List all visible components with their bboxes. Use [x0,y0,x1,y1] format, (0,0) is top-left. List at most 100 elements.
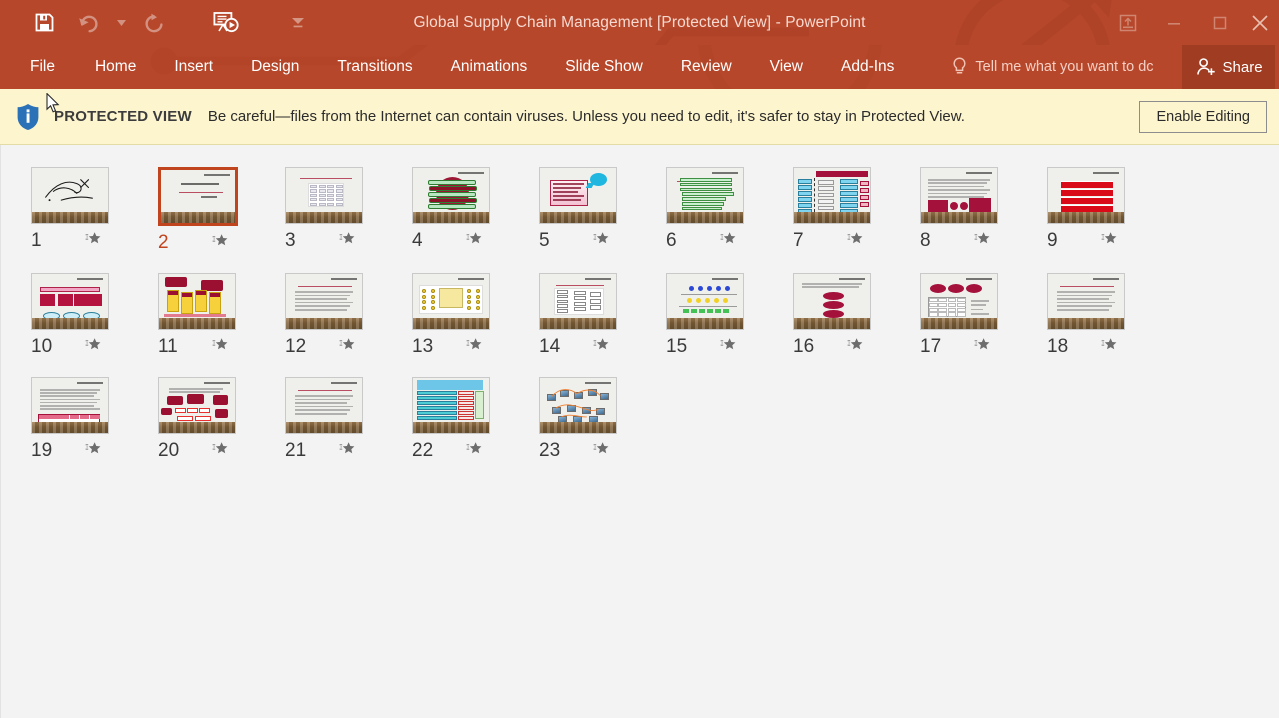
close-button[interactable] [1243,0,1277,45]
slide-thumbnail-image[interactable] [158,377,236,434]
slide-thumbnail-image[interactable] [539,377,617,434]
slide-thumbnail-18[interactable]: 18 [1047,273,1174,358]
slide-thumbnail-image[interactable] [666,273,744,330]
animation-star-icon[interactable] [85,336,102,358]
slide-floor-graphic [540,212,616,223]
slide-thumbnail-image[interactable] [920,273,998,330]
tab-slide-show[interactable]: Slide Show [565,52,643,82]
slide-thumbnail-12[interactable]: 12 [285,273,412,358]
slide-thumbnail-image[interactable] [412,377,490,434]
minimize-button[interactable] [1151,0,1197,45]
slide-thumbnail-image[interactable] [158,167,238,226]
ribbon-display-options-icon[interactable] [1105,0,1151,45]
tab-add-ins[interactable]: Add-Ins [841,52,894,82]
animation-star-icon[interactable] [593,336,610,358]
animation-star-icon[interactable] [85,440,102,462]
tell-me-search[interactable]: Tell me what you want to dc [952,57,1154,77]
customize-qat-icon[interactable] [276,4,320,42]
slide-thumbnail-pane[interactable]: 1 2 3 4 5 6 7 8 9 10 11 12 13 14 15 16 1… [0,145,1279,718]
maximize-button[interactable] [1197,0,1243,45]
slide-number: 9 [1047,230,1058,251]
animation-star-icon[interactable] [212,336,229,358]
slide-thumbnail-16[interactable]: 16 [793,273,920,358]
animation-star-icon[interactable] [212,232,229,254]
undo-dropdown-icon[interactable] [110,4,132,42]
tab-insert[interactable]: Insert [174,52,213,82]
slide-thumbnail-13[interactable]: 13 [412,273,539,358]
tab-review[interactable]: Review [681,52,732,82]
slide-thumbnail-image[interactable] [539,273,617,330]
slide-thumbnail-image[interactable] [31,377,109,434]
start-presentation-button[interactable] [204,4,248,42]
tab-view[interactable]: View [770,52,803,82]
tab-file[interactable]: File [30,52,55,82]
slide-thumbnail-10[interactable]: 10 [31,273,158,358]
slide-thumbnail-4[interactable]: 4 [412,167,539,254]
animation-star-icon[interactable] [466,230,483,252]
enable-editing-button[interactable]: Enable Editing [1139,100,1267,133]
slide-thumbnail-image[interactable] [412,167,490,224]
animation-star-icon[interactable] [466,336,483,358]
slide-thumbnail-image[interactable] [285,167,363,224]
slide-thumbnail-20[interactable]: 20 [158,377,285,462]
slide-floor-graphic [159,422,235,433]
slide-thumbnail-7[interactable]: 7 [793,167,920,254]
animation-star-icon[interactable] [466,440,483,462]
slide-thumbnail-1[interactable]: 1 [31,167,158,254]
slide-thumbnail-8[interactable]: 8 [920,167,1047,254]
slide-thumbnail-21[interactable]: 21 [285,377,412,462]
slide-thumbnail-image[interactable] [666,167,744,224]
slide-thumbnail-image[interactable] [31,167,109,224]
animation-star-icon[interactable] [1101,230,1118,252]
info-shield-icon [10,103,46,131]
slide-thumbnail-22[interactable]: 22 [412,377,539,462]
protected-view-message: Be careful—files from the Internet can c… [207,108,965,125]
slide-thumbnail-image[interactable] [793,167,871,224]
undo-button[interactable] [66,4,110,42]
slide-thumbnail-3[interactable]: 3 [285,167,412,254]
animation-star-icon[interactable] [974,230,991,252]
animation-star-icon[interactable] [1101,336,1118,358]
animation-star-icon[interactable] [85,230,102,252]
slide-thumbnail-image[interactable] [31,273,109,330]
slide-thumbnail-image[interactable] [412,273,490,330]
animation-star-icon[interactable] [720,230,737,252]
share-button[interactable]: Share [1181,45,1275,89]
slide-thumbnail-5[interactable]: 5 [539,167,666,254]
slide-thumbnail-9[interactable]: 9 [1047,167,1174,254]
slide-thumbnail-image[interactable] [793,273,871,330]
save-button[interactable] [22,4,66,42]
tab-design[interactable]: Design [251,52,299,82]
slide-thumbnail-6[interactable]: 6 [666,167,793,254]
redo-button[interactable] [132,4,176,42]
tab-transitions[interactable]: Transitions [337,52,412,82]
animation-star-icon[interactable] [720,336,737,358]
slide-thumbnail-2[interactable]: 2 [158,167,285,254]
slide-thumbnail-image[interactable] [1047,167,1125,224]
tab-animations[interactable]: Animations [451,52,528,82]
animation-star-icon[interactable] [974,336,991,358]
animation-star-icon[interactable] [847,336,864,358]
slide-thumbnail-image[interactable] [539,167,617,224]
animation-star-icon[interactable] [212,440,229,462]
slide-floor-graphic [159,318,235,329]
animation-star-icon[interactable] [339,440,356,462]
slide-thumbnail-17[interactable]: 17 [920,273,1047,358]
slide-preview [667,274,743,329]
slide-thumbnail-15[interactable]: 15 [666,273,793,358]
slide-thumbnail-image[interactable] [158,273,236,330]
slide-thumbnail-11[interactable]: 11 [158,273,285,358]
animation-star-icon[interactable] [339,336,356,358]
slide-thumbnail-image[interactable] [1047,273,1125,330]
slide-thumbnail-image[interactable] [920,167,998,224]
slide-thumbnail-image[interactable] [285,377,363,434]
animation-star-icon[interactable] [593,440,610,462]
animation-star-icon[interactable] [593,230,610,252]
animation-star-icon[interactable] [339,230,356,252]
slide-thumbnail-19[interactable]: 19 [31,377,158,462]
slide-thumbnail-14[interactable]: 14 [539,273,666,358]
animation-star-icon[interactable] [847,230,864,252]
tab-home[interactable]: Home [95,52,136,82]
slide-thumbnail-image[interactable] [285,273,363,330]
slide-thumbnail-23[interactable]: 23 [539,377,666,462]
